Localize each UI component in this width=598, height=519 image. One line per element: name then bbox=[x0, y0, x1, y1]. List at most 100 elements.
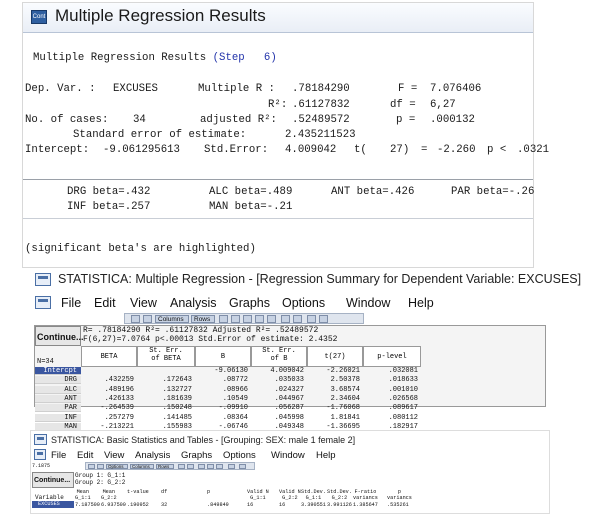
table-cell[interactable]: .018633 bbox=[363, 376, 418, 384]
row-header[interactable]: INF bbox=[35, 413, 81, 422]
col-header[interactable]: Valid N G_1:1 bbox=[247, 489, 269, 501]
menu-graphs[interactable]: Graphs bbox=[229, 296, 270, 310]
menu-help[interactable]: Help bbox=[408, 296, 434, 310]
table-cell[interactable]: .001010 bbox=[363, 386, 418, 394]
del-col-icon-small[interactable] bbox=[216, 464, 223, 469]
delete-column-icon[interactable] bbox=[267, 315, 276, 323]
menu-file[interactable]: File bbox=[61, 296, 81, 310]
table-icon[interactable] bbox=[131, 315, 140, 323]
row-header[interactable]: ALC bbox=[35, 385, 81, 394]
options-button[interactable]: Options bbox=[106, 464, 128, 469]
graph-icon-small[interactable] bbox=[239, 464, 246, 469]
table-cell[interactable]: .032081 bbox=[363, 367, 418, 375]
document-icon[interactable] bbox=[35, 296, 51, 309]
table-cell[interactable]: .08772 bbox=[195, 376, 248, 384]
table-cell[interactable]: .045998 bbox=[251, 414, 304, 422]
table-cell[interactable]: -1.76068 bbox=[307, 404, 360, 412]
menu3-edit[interactable]: Edit bbox=[77, 450, 93, 461]
add-column-icon[interactable] bbox=[255, 315, 264, 323]
menu-options[interactable]: Options bbox=[282, 296, 325, 310]
zoom-in-icon-small[interactable] bbox=[178, 464, 185, 469]
table-cell[interactable]: .08966 bbox=[195, 386, 248, 394]
col-header-se-beta[interactable]: St. Err. of BETA bbox=[137, 346, 195, 367]
table-cell[interactable]: 1.81841 bbox=[307, 414, 360, 422]
table-cell[interactable]: 16 bbox=[279, 502, 285, 508]
table-cell[interactable]: 3.991126 bbox=[327, 502, 352, 508]
table-cell[interactable]: 7.187500 bbox=[75, 502, 100, 508]
rows-button[interactable]: Rows bbox=[191, 315, 215, 323]
table-cell[interactable]: -9.06130 bbox=[195, 367, 248, 375]
menu3-analysis[interactable]: Analysis bbox=[135, 450, 170, 461]
col-header-b[interactable]: B bbox=[195, 346, 251, 367]
table-cell[interactable]: .489196 bbox=[81, 386, 134, 394]
menu-analysis[interactable]: Analysis bbox=[170, 296, 217, 310]
table-cell[interactable]: 3.68574 bbox=[307, 386, 360, 394]
table-cell[interactable]: .024327 bbox=[251, 386, 304, 394]
table-cell[interactable]: .172643 bbox=[137, 376, 192, 384]
table-cell[interactable]: .150248 bbox=[137, 404, 192, 412]
col-header[interactable]: Std.Dev. G_1:1 bbox=[301, 489, 326, 501]
zoom-in-icon[interactable] bbox=[219, 315, 228, 323]
col-header[interactable]: df bbox=[161, 489, 167, 495]
table-cell[interactable]: .426133 bbox=[81, 395, 134, 403]
table-cell[interactable]: .044967 bbox=[251, 395, 304, 403]
columns-button-small[interactable]: Columns bbox=[130, 464, 154, 469]
variable-cell[interactable]: EXCUSES bbox=[32, 501, 74, 508]
table-cell[interactable]: 32 bbox=[161, 502, 167, 508]
menu3-file[interactable]: File bbox=[51, 450, 66, 461]
menu3-window[interactable]: Window bbox=[271, 450, 305, 461]
table-cell[interactable]: .08364 bbox=[195, 414, 248, 422]
menu3-view[interactable]: View bbox=[104, 450, 124, 461]
table-cell[interactable]: .10549 bbox=[195, 395, 248, 403]
graph-icon[interactable] bbox=[307, 315, 316, 323]
table-cell[interactable]: 2.34604 bbox=[307, 395, 360, 403]
table-cell[interactable]: .089617 bbox=[363, 404, 418, 412]
col-header-beta[interactable]: BETA bbox=[81, 346, 137, 367]
table-cell[interactable]: .432259 bbox=[81, 376, 134, 384]
col-header[interactable]: F-ratio variancs bbox=[353, 489, 378, 501]
col-width-icon-small[interactable] bbox=[198, 464, 205, 469]
menu3-help[interactable]: Help bbox=[316, 450, 336, 461]
row-header[interactable]: ANT bbox=[35, 394, 81, 403]
table-cell[interactable]: .849849 bbox=[207, 502, 229, 508]
row-header[interactable]: Intercpt bbox=[35, 367, 81, 375]
col-header[interactable]: t-value bbox=[127, 489, 149, 495]
table-cell[interactable]: .056287 bbox=[251, 404, 304, 412]
table-cell[interactable]: .181639 bbox=[137, 395, 192, 403]
zoom-out-icon[interactable] bbox=[231, 315, 240, 323]
decimal-icon[interactable] bbox=[281, 315, 290, 323]
table-cell[interactable]: .080112 bbox=[363, 414, 418, 422]
decimal-icon-small[interactable] bbox=[228, 464, 235, 469]
format-icon[interactable] bbox=[293, 315, 302, 323]
table-cell[interactable]: 2.50378 bbox=[307, 376, 360, 384]
col-header[interactable]: Mean G_2:2 bbox=[101, 489, 117, 501]
columns-button[interactable]: Columns bbox=[155, 315, 189, 323]
col-header-p[interactable]: p-level bbox=[363, 346, 421, 367]
table-cell[interactable]: .026568 bbox=[363, 395, 418, 403]
table-cell[interactable]: .257279 bbox=[81, 414, 134, 422]
table-cell[interactable]: -.264539 bbox=[81, 404, 134, 412]
continue-button[interactable]: Continue... bbox=[35, 326, 84, 346]
col-width-icon[interactable] bbox=[243, 315, 252, 323]
table-icon-small[interactable] bbox=[88, 464, 95, 469]
row-header[interactable]: DRG bbox=[35, 376, 81, 385]
menu3-graphs[interactable]: Graphs bbox=[181, 450, 212, 461]
col-header-se-b[interactable]: St. Err. of B bbox=[251, 346, 307, 367]
menu-window[interactable]: Window bbox=[346, 296, 390, 310]
menu3-options[interactable]: Options bbox=[223, 450, 256, 461]
menu-view[interactable]: View bbox=[130, 296, 157, 310]
document-icon-small[interactable] bbox=[34, 449, 46, 460]
table-cell[interactable]: -.09910 bbox=[195, 404, 248, 412]
col-header[interactable]: Std.Dev. G_2:2 bbox=[327, 489, 352, 501]
zoom-out-icon-small[interactable] bbox=[187, 464, 194, 469]
col-header[interactable]: p bbox=[207, 489, 210, 495]
grid-icon-small[interactable] bbox=[97, 464, 104, 469]
table-cell[interactable]: .035033 bbox=[251, 376, 304, 384]
table-cell[interactable]: .132727 bbox=[137, 386, 192, 394]
grid-icon[interactable] bbox=[143, 315, 152, 323]
table-cell[interactable]: -2.26021 bbox=[307, 367, 360, 375]
rows-button-small[interactable]: Rows bbox=[156, 464, 174, 469]
table-cell[interactable]: 6.937500 bbox=[101, 502, 126, 508]
table-cell[interactable]: .141485 bbox=[137, 414, 192, 422]
col-header[interactable]: p variancs bbox=[387, 489, 412, 501]
